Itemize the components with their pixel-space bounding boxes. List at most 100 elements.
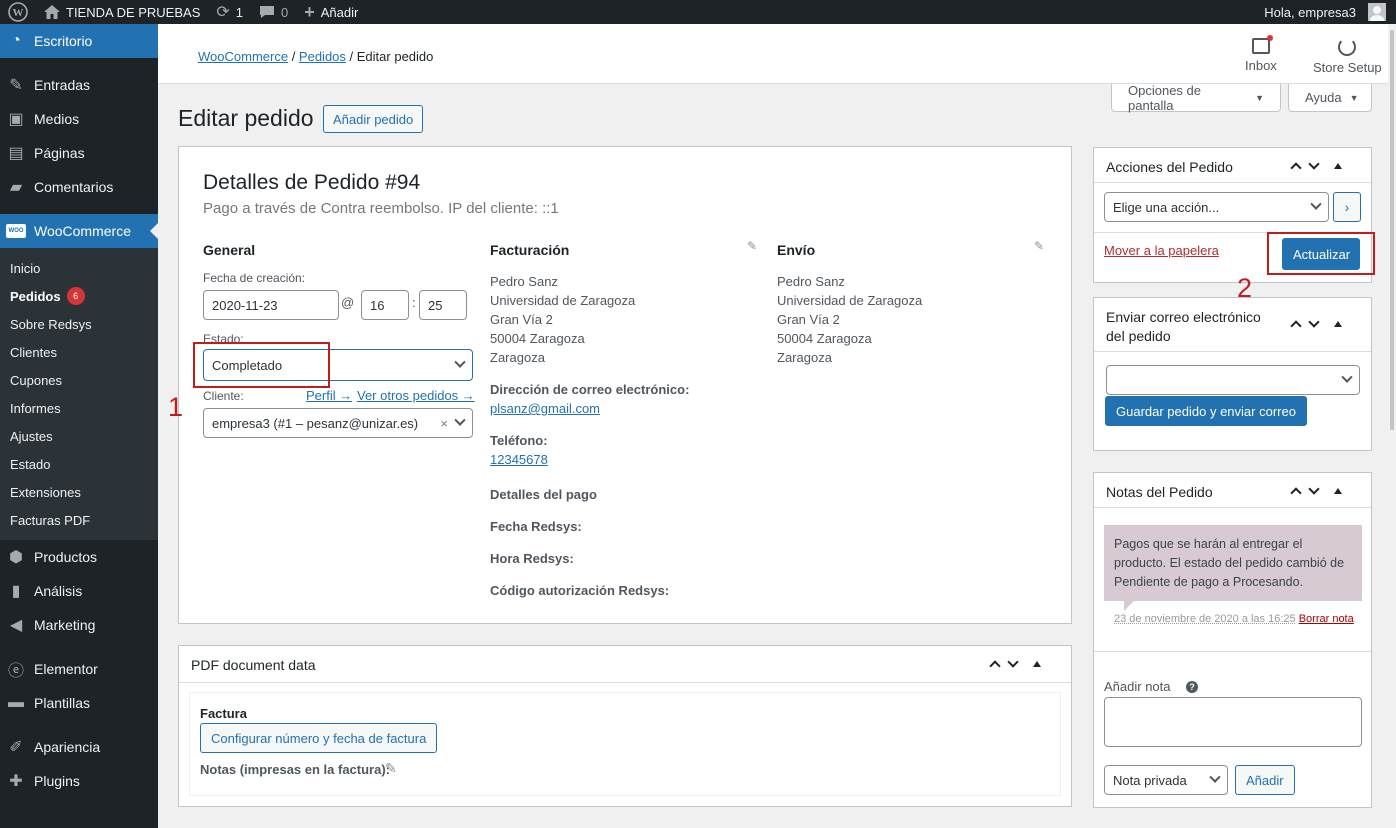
menu-label: Páginas [34, 145, 85, 161]
breadcrumb-orders[interactable]: Pedidos [299, 49, 346, 64]
move-up-icon[interactable] [1290, 487, 1302, 499]
order-subtitle: Pago a través de Contra reembolso. IP de… [203, 200, 559, 217]
highlight-update-box [1267, 232, 1375, 275]
menu-templates[interactable]: ▬ Plantillas [0, 686, 158, 720]
invoice-notes-label: Notas (impresas en la factura): [200, 762, 391, 777]
collapse-icon[interactable] [1334, 488, 1342, 494]
caret-down-icon: ▼ [1255, 92, 1264, 103]
submenu-settings[interactable]: Ajustes [0, 422, 158, 450]
comment-icon [260, 6, 275, 18]
email-template-select[interactable] [1106, 365, 1360, 395]
help-button[interactable]: Ayuda ▼ [1288, 84, 1372, 112]
order-minute-input[interactable]: 25 [419, 290, 467, 320]
billing-phone-link[interactable]: 12345678 [490, 452, 548, 467]
submenu-home[interactable]: Inicio [0, 254, 158, 282]
wordpress-icon: W [8, 2, 28, 22]
note-type-select[interactable]: Nota privada [1104, 765, 1228, 795]
apply-action-button[interactable]: › [1333, 192, 1361, 222]
submenu-reports[interactable]: Informes [0, 394, 158, 422]
screen-options-button[interactable]: Opciones de pantalla ▼ [1111, 83, 1281, 113]
submenu-customers[interactable]: Clientes [0, 338, 158, 366]
submenu-label: Estado [10, 456, 51, 472]
collapse-icon[interactable] [1334, 321, 1342, 327]
menu-marketing[interactable]: ◀ Marketing [0, 608, 158, 642]
edit-notes-icon[interactable]: ✎ [385, 760, 397, 777]
new-label: Añadir [320, 4, 359, 20]
menu-appearance[interactable]: ✐ Apariencia [0, 730, 158, 764]
new-content-link[interactable]: + Añadir [296, 0, 366, 24]
add-order-button[interactable]: Añadir pedido [323, 105, 424, 133]
store-setup-label: Store Setup [1313, 60, 1382, 75]
woocommerce-icon: WOO [6, 224, 26, 238]
submenu-extensions[interactable]: Extensiones [0, 478, 158, 506]
menu-label: Medios [34, 111, 80, 127]
collapse-icon[interactable] [1033, 661, 1041, 667]
menu-dashboard[interactable]: ◔ Escritorio [0, 24, 158, 58]
delete-note-link[interactable]: Borrar nota [1299, 613, 1354, 625]
wordpress-logo[interactable]: W [0, 0, 36, 24]
menu-label: Plugins [34, 773, 80, 789]
move-down-icon[interactable] [1308, 483, 1320, 495]
created-label: Fecha de creación: [203, 271, 306, 285]
edit-shipping-icon[interactable]: ✎ [1034, 239, 1044, 253]
email-title-line: Enviar correo electrónico [1106, 309, 1261, 325]
menu-analytics[interactable]: ▮ Análisis [0, 574, 158, 608]
customer-select[interactable]: empresa3 (#1 – pesanz@unizar.es) × [203, 408, 473, 438]
billing-email-link[interactable]: plsanz@gmail.com [490, 401, 600, 416]
order-hour-input[interactable]: 16 [361, 290, 409, 320]
order-date-input[interactable]: 2020-11-23 [203, 290, 339, 320]
note-date: 23 de noviembre de 2020 a las 16:25 [1114, 613, 1296, 625]
submenu-pdf-invoices[interactable]: Facturas PDF [0, 506, 158, 534]
greeting: Hola, empresa3 [1264, 4, 1356, 20]
move-to-trash-link[interactable]: Mover a la papelera [1104, 243, 1219, 258]
submenu-status[interactable]: Estado [0, 450, 158, 478]
move-down-icon[interactable] [1308, 158, 1320, 170]
move-up-icon[interactable] [989, 660, 1001, 672]
site-name-link[interactable]: TIENDA DE PRUEBAS [36, 0, 208, 24]
move-down-icon[interactable] [1308, 316, 1320, 328]
collapse-icon[interactable] [1334, 163, 1342, 169]
shipping-heading: Envío [777, 242, 816, 258]
move-up-icon[interactable] [1290, 320, 1302, 332]
order-action-select[interactable]: Elige una acción... [1104, 192, 1329, 222]
billing-address-line: Zaragoza [490, 350, 545, 365]
save-and-send-button[interactable]: Guardar pedido y enviar correo [1105, 396, 1307, 426]
breadcrumb-woocommerce[interactable]: WooCommerce [198, 49, 288, 64]
submenu-coupons[interactable]: Cupones [0, 366, 158, 394]
menu-comments[interactable]: ▰ Comentarios [0, 170, 158, 204]
updates-link[interactable]: ⟳ 1 [208, 0, 251, 24]
svg-text:W: W [13, 7, 24, 19]
menu-products[interactable]: ⬢ Productos [0, 540, 158, 574]
help-icon[interactable]: ? [1186, 681, 1198, 693]
divider [1094, 182, 1371, 183]
comments-link[interactable]: 0 [251, 0, 296, 24]
menu-woocommerce[interactable]: WOO WooCommerce [0, 214, 158, 248]
updates-count: 1 [235, 4, 244, 20]
menu-elementor[interactable]: ⓔ Elementor [0, 652, 158, 686]
add-note-button[interactable]: Añadir [1235, 765, 1295, 795]
move-up-icon[interactable] [1290, 162, 1302, 174]
move-down-icon[interactable] [1007, 656, 1019, 668]
comments-count: 0 [281, 4, 289, 20]
menu-posts[interactable]: ✎ Entradas [0, 68, 158, 102]
my-account-link[interactable]: Hola, empresa3 [1256, 0, 1396, 24]
submenu-redsys[interactable]: Sobre Redsys [0, 310, 158, 338]
billing-phone-label: Teléfono: [490, 433, 548, 448]
edit-billing-icon[interactable]: ✎ [747, 239, 757, 253]
dashboard-icon: ◔ [11, 32, 21, 49]
clear-customer-icon[interactable]: × [440, 416, 448, 431]
menu-pages[interactable]: ▤ Páginas [0, 136, 158, 170]
menu-plugins[interactable]: ✚ Plugins [0, 764, 158, 798]
inbox-button[interactable]: Inbox [1245, 35, 1277, 73]
store-setup-button[interactable]: Store Setup [1313, 38, 1382, 75]
configure-invoice-button[interactable]: Configurar número y fecha de factura [200, 723, 438, 753]
add-note-textarea[interactable] [1104, 697, 1362, 747]
customer-profile-link[interactable]: Perfil → [306, 388, 352, 403]
customer-other-orders-link[interactable]: Ver otros pedidos → [357, 388, 475, 403]
submenu-orders[interactable]: Pedidos 6 [0, 282, 158, 310]
email-order-box: Enviar correo electrónico del pedido Gua… [1093, 297, 1372, 451]
menu-media[interactable]: ▣ Medios [0, 102, 158, 136]
submenu-label: Informes [10, 400, 61, 416]
scrollbar-thumb[interactable] [1390, 30, 1394, 430]
menu-label: Plantillas [34, 695, 91, 711]
